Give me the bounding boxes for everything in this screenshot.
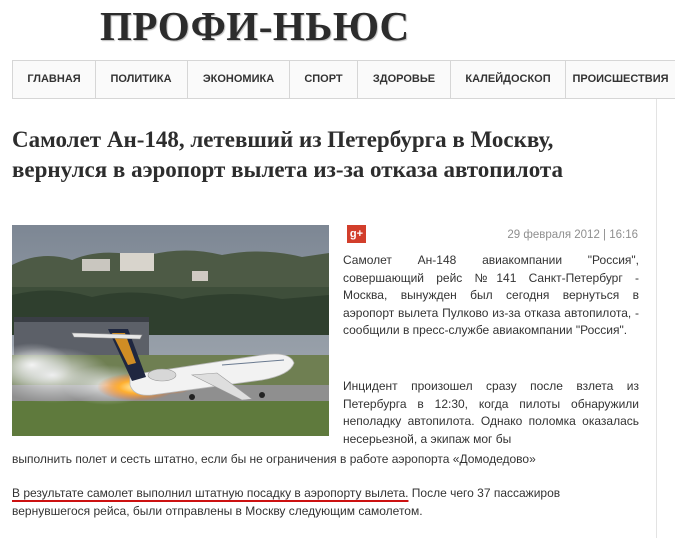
article-paragraph-3: В результате самолет выполнил штатную по…	[12, 485, 642, 503]
column-divider	[656, 98, 657, 538]
nav-item-kaleidoscope[interactable]: КАЛЕЙДОСКОП	[451, 61, 566, 98]
article-paragraph-3-continued: вернувшегося рейса, были отправлены в Мо…	[12, 504, 423, 518]
main-nav: ГЛАВНАЯ ПОЛИТИКА ЭКОНОМИКА СПОРТ ЗДОРОВЬ…	[12, 60, 675, 99]
article-paragraph-2-continued: выполнить полет и сесть штатно, если бы …	[12, 452, 536, 466]
nav-item-politics[interactable]: ПОЛИТИКА	[95, 61, 188, 98]
nav-item-incidents[interactable]: ПРОИСШЕСТВИЯ	[566, 61, 675, 98]
site-logo[interactable]: ПРОФИ-НЬЮС	[100, 2, 410, 50]
article-date: 29 февраля 2012 | 16:16	[507, 229, 638, 241]
article-title[interactable]: Самолет Ан-148, летевший из Петербурга в…	[12, 125, 647, 185]
nav-item-health[interactable]: ЗДОРОВЬЕ	[358, 61, 451, 98]
nav-item-sport[interactable]: СПОРТ	[290, 61, 358, 98]
nav-item-home[interactable]: ГЛАВНАЯ	[12, 61, 96, 98]
airplane-photo-illustration	[12, 225, 329, 436]
nav-item-economy[interactable]: ЭКОНОМИКА	[188, 61, 290, 98]
google-plus-icon[interactable]: g+	[347, 225, 366, 243]
highlighted-sentence: В результате самолет выполнил штатную по…	[12, 486, 409, 500]
article-paragraph-1: Самолет Ан-148 авиакомпании "Россия", со…	[343, 253, 639, 338]
paragraph-3-rest: После чего 37 пассажиров	[408, 486, 561, 500]
article-photo	[12, 225, 329, 436]
article-paragraph-2: Инцидент произошел сразу после взлета из…	[343, 379, 639, 446]
